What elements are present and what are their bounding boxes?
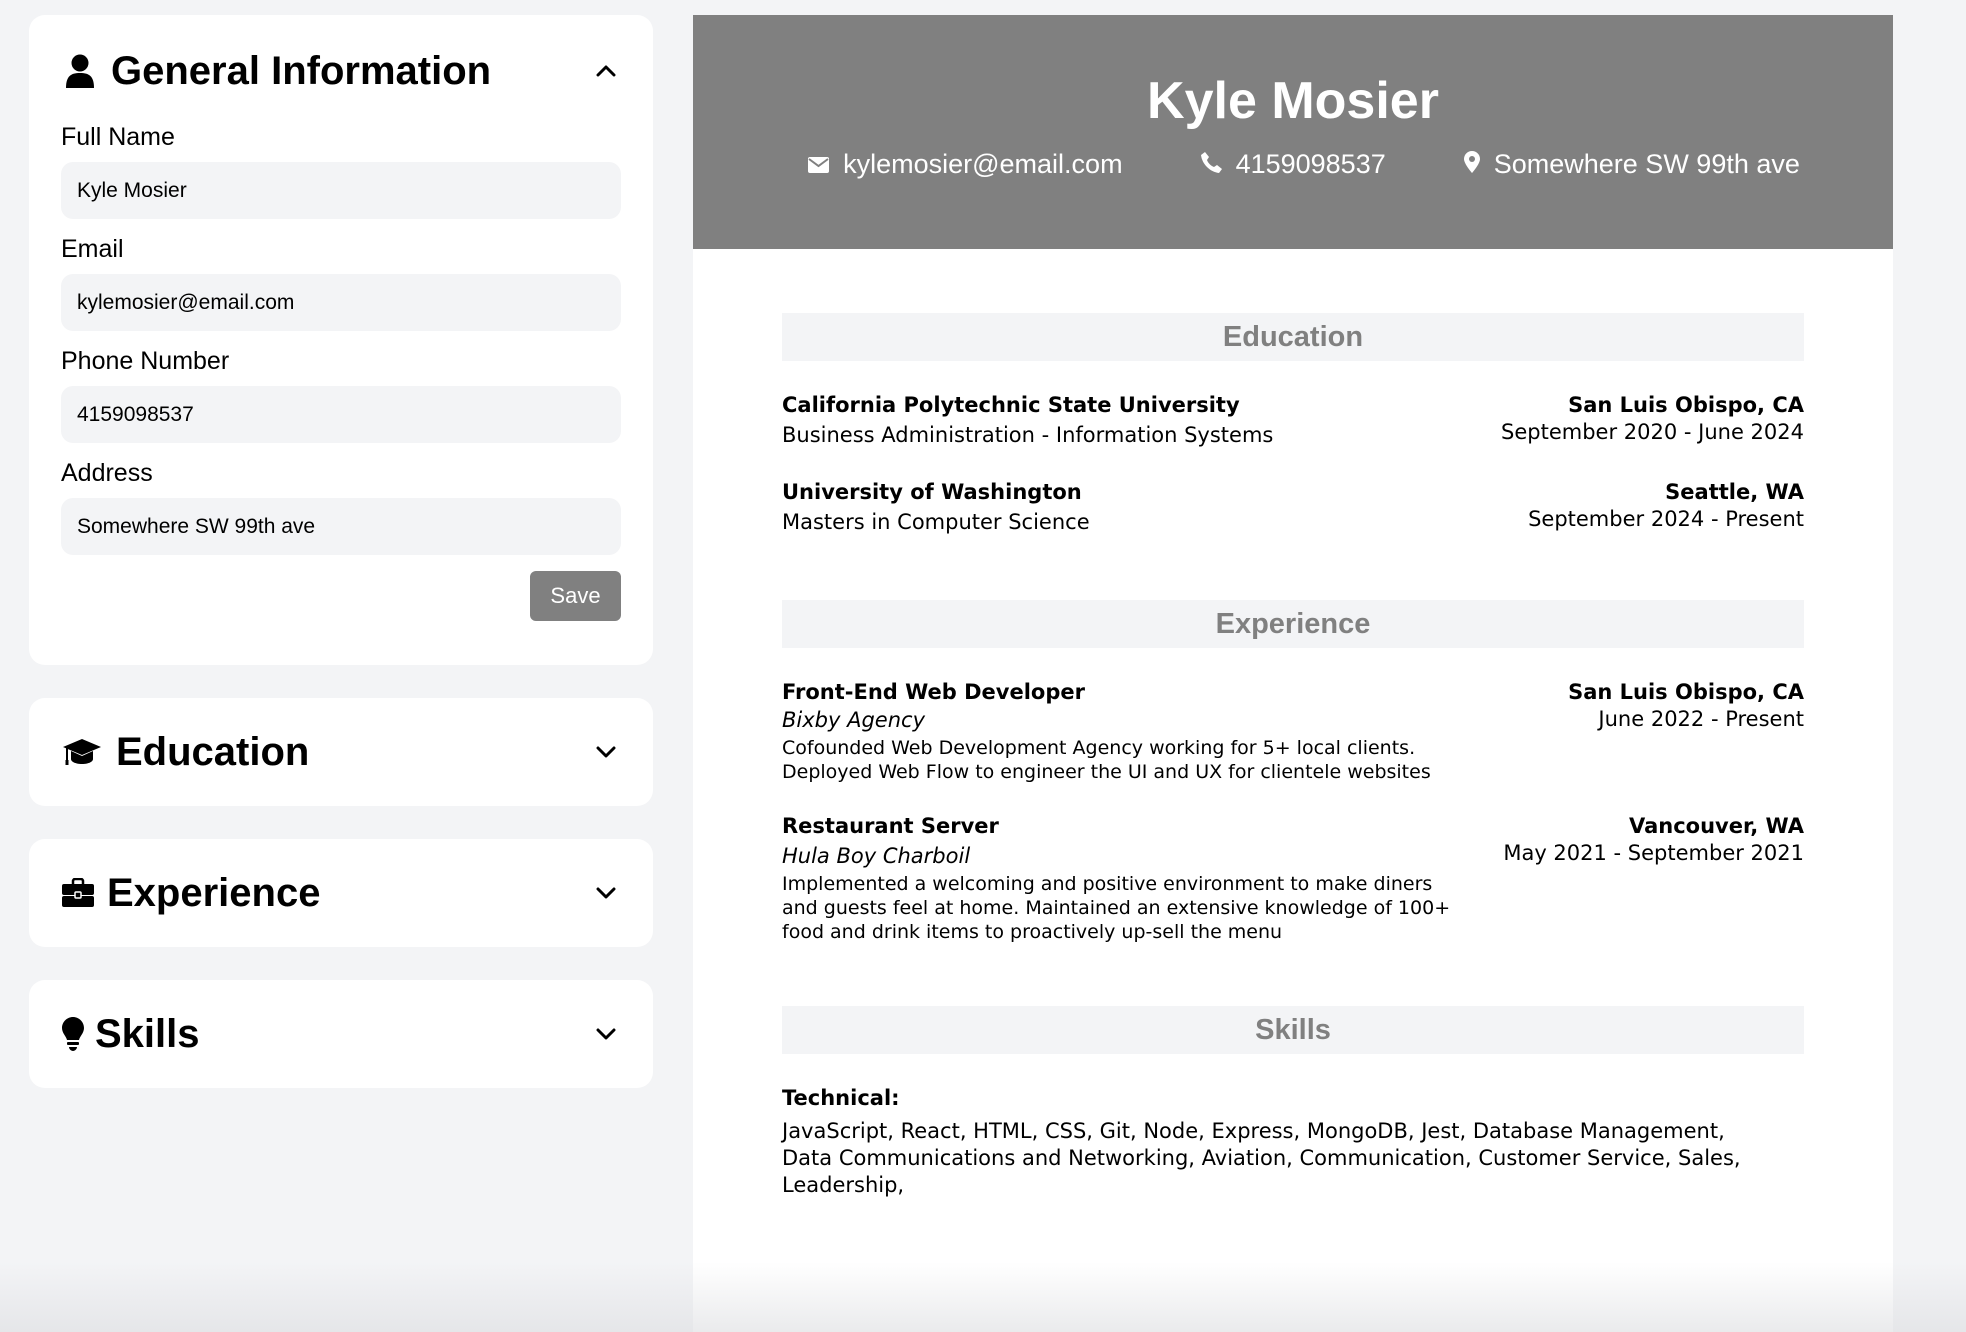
- skills-section-title: Skills: [782, 1006, 1804, 1054]
- job-dates: May 2021 - September 2021: [1503, 841, 1804, 865]
- education-section-title: Education: [782, 313, 1804, 361]
- job-position: Restaurant Server: [782, 814, 999, 838]
- skills-card: Skills: [29, 980, 653, 1088]
- experience-entry-right: Vancouver, WA May 2021 - September 2021: [1503, 814, 1804, 944]
- job-location: San Luis Obispo, CA: [1568, 680, 1804, 704]
- chevron-down-icon[interactable]: [591, 878, 621, 908]
- map-pin-icon: [1463, 149, 1480, 180]
- save-button[interactable]: Save: [530, 571, 621, 621]
- experience-entry-left: Front-End Web Developer Bixby Agency Cof…: [782, 680, 1462, 784]
- job-location: Vancouver, WA: [1628, 814, 1804, 838]
- user-icon: [61, 52, 99, 90]
- degree: Masters in Computer Science: [782, 510, 1090, 534]
- education-header[interactable]: Education: [29, 698, 653, 806]
- experience-card: Experience: [29, 839, 653, 947]
- experience-entry: Front-End Web Developer Bixby Agency Cof…: [782, 680, 1804, 784]
- skill-list: JavaScript, React, HTML, CSS, Git, Node,…: [782, 1119, 1741, 1197]
- experience-entry-left: Restaurant Server Hula Boy Charboil Impl…: [782, 814, 1462, 944]
- chevron-up-icon[interactable]: [591, 56, 621, 86]
- phone-input[interactable]: 4159098537: [61, 386, 621, 443]
- phone-icon: [1200, 149, 1222, 180]
- general-info-title: General Information: [111, 48, 492, 93]
- contact-address: Somewhere SW 99th ave: [1463, 149, 1800, 180]
- job-description: Implemented a welcoming and positive env…: [782, 873, 1451, 943]
- school-name: California Polytechnic State University: [782, 393, 1240, 417]
- education-entry: California Polytechnic State University …: [782, 393, 1804, 447]
- experience-section-title: Experience: [782, 600, 1804, 648]
- resume-body: Education California Polytechnic State U…: [693, 313, 1893, 1199]
- skill-category: Technical:: [782, 1086, 900, 1110]
- full-name-label: Full Name: [61, 123, 175, 151]
- contact-phone-text: 4159098537: [1235, 149, 1386, 179]
- resume-name: Kyle Mosier: [1147, 72, 1439, 130]
- envelope-icon: [808, 149, 830, 180]
- school-location: Seattle, WA: [1665, 480, 1804, 504]
- skills-header[interactable]: Skills: [29, 980, 653, 1088]
- email-input[interactable]: kylemosier@email.com: [61, 274, 621, 331]
- company-name: Hula Boy Charboil: [782, 844, 971, 868]
- school-name: University of Washington: [782, 480, 1082, 504]
- education-dates: September 2020 - June 2024: [1501, 420, 1804, 444]
- education-entry-right: San Luis Obispo, CA September 2020 - Jun…: [1501, 393, 1804, 447]
- general-info-header[interactable]: General Information: [29, 15, 653, 123]
- company-name: Bixby Agency: [782, 708, 926, 732]
- skills-title: Skills: [95, 1011, 200, 1056]
- contact-row: kylemosier@email.com 4159098537 Somewher…: [693, 149, 1893, 180]
- full-name-input[interactable]: Kyle Mosier: [61, 162, 621, 219]
- degree: Business Administration - Information Sy…: [782, 423, 1274, 447]
- address-label: Address: [61, 459, 153, 487]
- experience-title: Experience: [107, 870, 321, 915]
- contact-email-text: kylemosier@email.com: [843, 149, 1123, 179]
- lightbulb-icon: [61, 1015, 85, 1053]
- education-entry: University of Washington Masters in Comp…: [782, 480, 1804, 534]
- education-dates: September 2024 - Present: [1528, 507, 1804, 531]
- graduation-cap-icon: [61, 733, 103, 771]
- education-entry-right: Seattle, WA September 2024 - Present: [1528, 480, 1804, 534]
- job-dates: June 2022 - Present: [1598, 707, 1804, 731]
- experience-entry: Restaurant Server Hula Boy Charboil Impl…: [782, 814, 1804, 944]
- contact-phone: 4159098537: [1200, 149, 1386, 180]
- contact-address-text: Somewhere SW 99th ave: [1493, 149, 1800, 179]
- chevron-down-icon[interactable]: [591, 737, 621, 767]
- contact-email: kylemosier@email.com: [808, 149, 1123, 180]
- general-info-card: General Information Full Name Kyle Mosie…: [29, 15, 653, 665]
- school-location: San Luis Obispo, CA: [1568, 393, 1804, 417]
- education-title: Education: [116, 729, 310, 774]
- address-input[interactable]: Somewhere SW 99th ave: [61, 498, 621, 555]
- phone-label: Phone Number: [61, 347, 230, 375]
- resume-preview: Kyle Mosier kylemosier@email.com 4159098…: [693, 15, 1893, 1332]
- email-label: Email: [61, 235, 124, 263]
- job-description: Cofounded Web Development Agency working…: [782, 737, 1431, 783]
- briefcase-icon: [61, 874, 95, 912]
- chevron-down-icon[interactable]: [591, 1019, 621, 1049]
- resume-header: Kyle Mosier kylemosier@email.com 4159098…: [693, 15, 1893, 249]
- general-info-form: Full Name Kyle Mosier Email kylemosier@e…: [29, 123, 653, 621]
- experience-entry-right: San Luis Obispo, CA June 2022 - Present: [1568, 680, 1804, 784]
- education-card: Education: [29, 698, 653, 806]
- experience-header[interactable]: Experience: [29, 839, 653, 947]
- education-entry-left: University of Washington Masters in Comp…: [782, 480, 1090, 534]
- editor-panel: General Information Full Name Kyle Mosie…: [29, 15, 653, 1121]
- education-entry-left: California Polytechnic State University …: [782, 393, 1273, 447]
- job-position: Front-End Web Developer: [782, 680, 1085, 704]
